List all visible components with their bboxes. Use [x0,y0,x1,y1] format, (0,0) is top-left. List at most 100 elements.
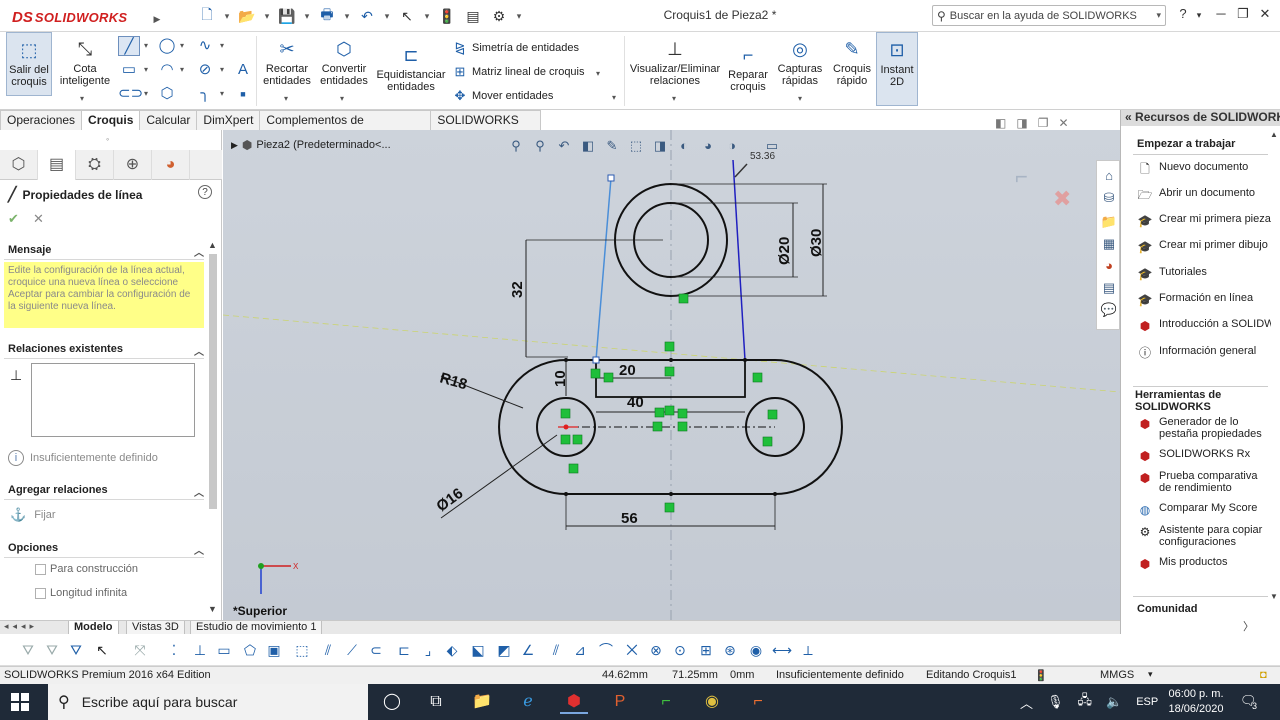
taskbar-clock[interactable]: 06:00 p. m. 18/06/2020 [1166,687,1226,717]
tab-operaciones[interactable]: Operaciones [0,110,83,130]
units-dropdown-icon[interactable]: ▾ [1148,669,1153,680]
filter-icon[interactable]: ⛛ [18,640,38,660]
undo-icon[interactable]: ↶ [356,5,378,27]
close-icon[interactable]: ✕ [1254,6,1276,22]
filter-options-icon[interactable]: ⛛ [42,640,62,660]
spline-dropdown-icon[interactable]: ▾ [220,41,224,50]
design-library-icon[interactable]: ⛁ [1100,189,1118,207]
line-dropdown-icon[interactable]: ▾ [144,41,148,50]
forum-icon[interactable]: 💬 [1100,301,1118,319]
box-snap-icon[interactable]: ▣ [264,640,284,660]
outer-slot[interactable] [498,359,843,495]
pane-collapse-handle-icon[interactable]: ◦ [106,134,109,144]
display-delete-relations-button[interactable]: ⊥ Visualizar/Eliminar relaciones [628,32,722,87]
trim-entities-button[interactable]: ✂ Recortar entidades [260,32,314,87]
property-manager-scrollbar[interactable]: ▲ ▼ [206,240,220,620]
smart-dimension-button[interactable]: ⤡ Cota inteligente [56,32,114,87]
rectangle-tool-icon[interactable]: ▭ [118,60,140,80]
message-header[interactable]: Mensaje ︿ [4,244,204,260]
recorder-icon[interactable]: ⌐ [744,690,772,714]
first-part-link[interactable]: 🎓 Crear mi primera pieza [1137,213,1271,229]
property-manager-tab-icon[interactable]: ▤ [38,150,76,180]
arc-snap-icon[interactable]: ⊂ [366,640,386,660]
circle-dropdown-icon[interactable]: ▾ [180,41,184,50]
general-info-link[interactable]: ⓘ Información general [1137,345,1271,361]
midpoint-snap-icon[interactable]: ⊿ [570,640,590,660]
relations-dropdown-icon[interactable]: ▾ [672,94,676,103]
exit-sketch-corner-icon[interactable]: ⌐ [1015,164,1028,190]
volume-icon[interactable]: 🔈 [1106,694,1122,710]
taskbar-search-input[interactable]: ⚲ Escribe aquí para buscar [48,684,368,720]
rectangle-dropdown-icon[interactable]: ▾ [144,65,148,74]
powerpoint-icon[interactable]: P [606,690,634,714]
trim-dropdown-icon[interactable]: ▾ [284,94,288,103]
snaps-dropdown-icon[interactable]: ▾ [798,94,802,103]
dimension-diameter-16[interactable]: Ø16 [433,485,466,515]
point-snap-icon[interactable]: ⁚ [164,640,184,660]
tools-header[interactable]: Herramientas de SOLIDWORKS [1135,389,1255,413]
spline-tool-icon[interactable]: ∿ [194,36,216,56]
custom-properties-icon[interactable]: ▤ [1100,279,1118,297]
relation-glyphs[interactable] [560,293,778,513]
view-palette-icon[interactable]: ▦ [1100,235,1118,253]
notification-center-icon[interactable]: 🗨 3 [1240,693,1260,711]
appearances-icon[interactable]: ◕ [1100,257,1118,275]
community-header[interactable]: Comunidad [1137,603,1198,615]
solidworks-taskbar-icon[interactable]: ⬢ [560,690,588,714]
collapse-up-icon[interactable]: ︿ [194,244,204,259]
scroll-up-icon[interactable]: ▲ [208,240,217,250]
menu-arrow-icon[interactable]: ▶ [152,8,162,30]
cancel-sketch-corner-icon[interactable]: ✖ [1053,186,1071,212]
arc-tool-icon[interactable]: ◠ [156,60,178,80]
tutorials-link[interactable]: 🎓 Tutoriales [1137,266,1271,282]
fillet-dropdown-icon[interactable]: ▾ [220,89,224,98]
scroll-up-icon[interactable]: ▲ [1270,130,1278,139]
circle-tool-icon[interactable]: ◯ [156,36,178,56]
lines-snap-icon[interactable]: ⫽ [318,640,338,660]
camtasia-icon[interactable]: ⌐ [652,690,680,714]
confirmation-corner[interactable]: ⌐ ✖ [1015,164,1071,211]
save-dropdown-icon[interactable]: ▾ [302,5,312,27]
tab-dimxpert[interactable]: DimXpert [196,110,261,130]
pierce-snap-icon[interactable]: ⊛ [720,640,740,660]
dimension-diameter-30[interactable]: Ø30 [808,229,825,257]
rectangle-snap-icon[interactable]: ▭ [214,640,234,660]
vertical-snap-icon[interactable]: ⊥ [190,640,210,660]
solidworks-logo[interactable]: DS SOLIDWORKS [12,7,127,27]
convert-entities-button[interactable]: ⬡ Convertir entidades [316,32,372,87]
offset-entities-button[interactable]: ⊏ Equidistanciar entidades [374,32,448,93]
selection-filter-icon[interactable]: ⛛ [66,640,86,660]
tab-complementos[interactable]: Complementos de SOLIDWORKS [259,110,432,146]
exit-sketch-button[interactable]: ⬚ Salir del croquis [6,32,52,96]
corner-snap-icon[interactable]: ⌟ [418,640,438,660]
ellipse-tool-icon[interactable]: ⊘ [194,60,216,80]
options-header[interactable]: Opciones ︿ [4,542,204,558]
dimension-20[interactable]: 20 [619,362,636,379]
center-snap-icon[interactable]: ⊙ [670,640,690,660]
windows-start-icon[interactable] [10,692,30,712]
edge-browser-icon[interactable]: ℯ [514,690,542,714]
ellipse-dropdown-icon[interactable]: ▾ [220,65,224,74]
coincident-snap-icon[interactable]: ◉ [746,640,766,660]
tray-chevron-up-icon[interactable]: ︿ [1020,693,1033,712]
line-endpoint-handle[interactable] [592,356,600,364]
perpendicular-snap-icon[interactable]: ⟂ [798,640,818,660]
scroll-down-icon[interactable]: ▼ [208,604,217,614]
chrome-icon[interactable]: ◉ [698,690,726,714]
plane-snap-icon[interactable]: ⬖ [442,640,462,660]
angle-snap-icon[interactable]: ∠ [518,640,538,660]
configuration-manager-tab-icon[interactable]: ⛭ [76,150,114,180]
line-endpoint-handle[interactable] [607,174,615,182]
new-dropdown-icon[interactable]: ▾ [222,5,232,27]
magnetic-lines-icon[interactable]: ⤧ [130,640,150,660]
first-drawing-link[interactable]: 🎓 Crear mi primer dibujo [1137,239,1271,255]
minimize-icon[interactable]: ─ [1210,6,1232,21]
ok-check-icon[interactable]: ✔ [8,211,19,227]
tab-modelo[interactable]: Modelo [68,621,119,635]
dimension-diameter-20[interactable]: Ø20 [776,237,793,265]
quick-snaps-button[interactable]: ◎ Capturas rápidas [776,32,824,87]
undo-dropdown-icon[interactable]: ▾ [382,5,392,27]
collapse-up-icon[interactable]: ︿ [194,343,204,358]
move-entities-button[interactable]: ✥ Mover entidades [452,88,554,104]
quadrant-snap-icon[interactable]: ◩ [494,640,514,660]
